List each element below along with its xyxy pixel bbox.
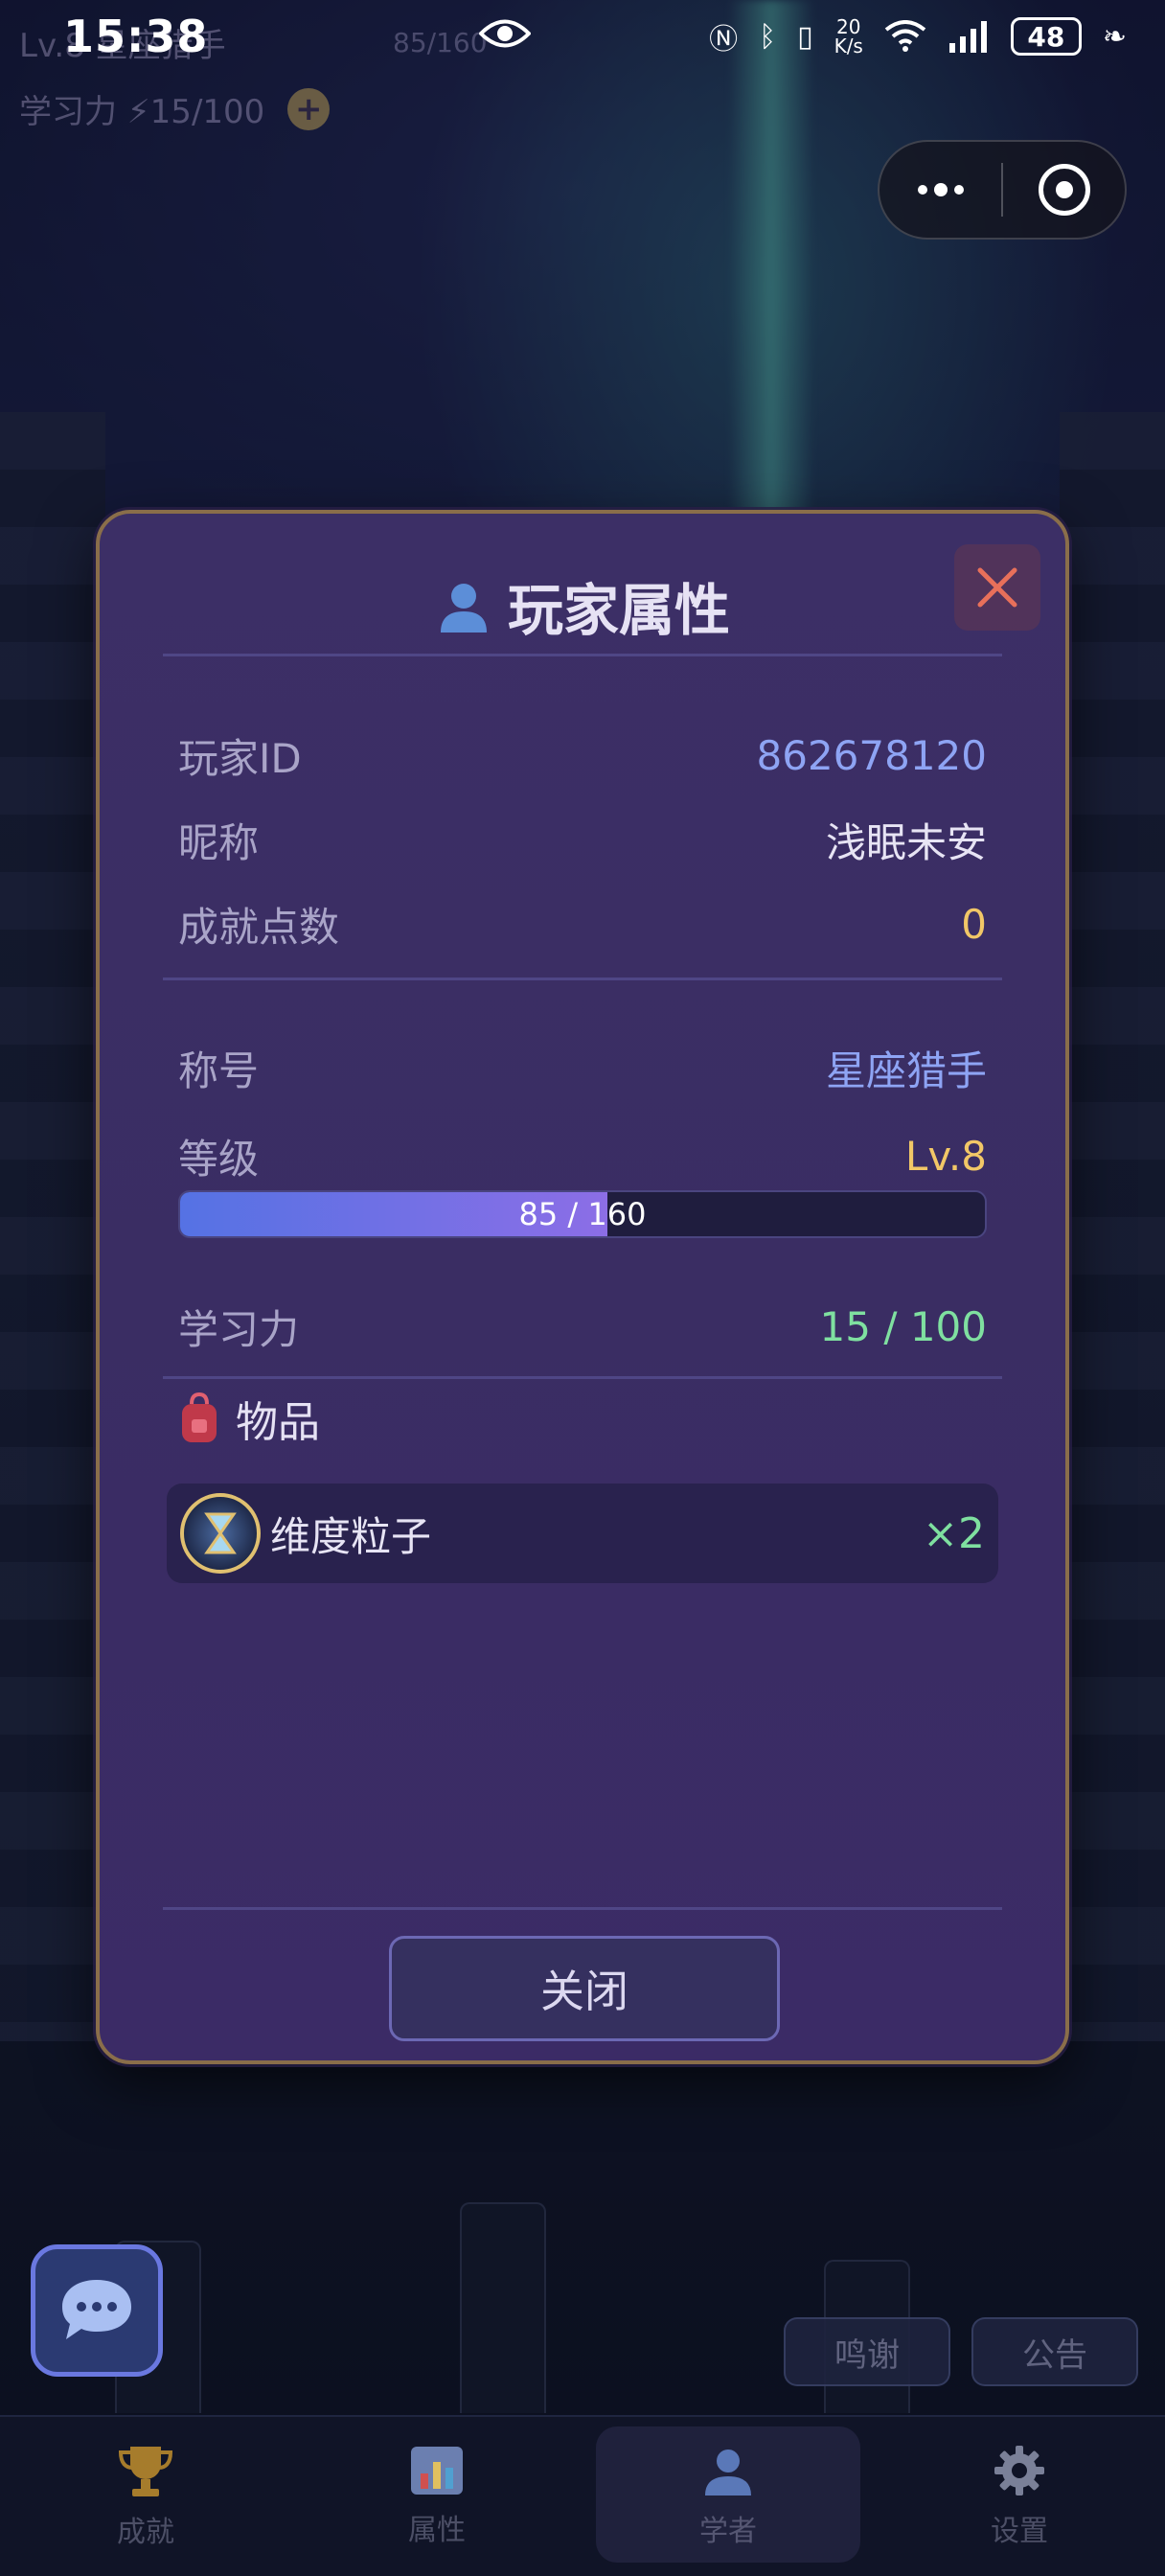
achievement-value: 0	[961, 901, 987, 948]
tab-label: 属性	[408, 2514, 466, 2547]
bottom-tab-bar: 成就 属性 学者 设置	[0, 2415, 1165, 2576]
leaf-icon: ❧	[1102, 19, 1127, 54]
more-button[interactable]	[879, 142, 1001, 238]
hourglass-icon	[180, 1493, 261, 1574]
tab-attributes[interactable]: 属性	[291, 2417, 582, 2576]
xp-progress-text: 85 / 160	[518, 1196, 647, 1232]
close-x-button[interactable]	[954, 544, 1040, 631]
study-power-row: 学习力 15 / 100	[178, 1298, 987, 1356]
status-bar: 15:38 Ⓝ ᛒ ▯ 20 K/s 48 ❧	[0, 0, 1165, 73]
system-icons: Ⓝ ᛒ ▯ 20 K/s 48 ❧	[709, 15, 1127, 58]
achievement-row: 成就点数 0	[178, 895, 987, 954]
tab-label: 学者	[699, 2515, 757, 2548]
study-power-value: 15 / 100	[819, 1303, 987, 1350]
item-count: ×2	[923, 1508, 985, 1558]
close-button[interactable]: 关闭	[389, 1936, 780, 2041]
player-id-value: 862678120	[756, 732, 988, 779]
tab-settings[interactable]: 设置	[874, 2417, 1165, 2576]
target-icon	[1038, 164, 1090, 216]
items-heading: 物品	[176, 1388, 320, 1449]
network-speed: 20 K/s	[834, 17, 863, 56]
item-name: 维度粒子	[270, 1512, 432, 1560]
player-id-label: 玩家ID	[178, 735, 302, 782]
trophy-icon	[118, 2447, 173, 2496]
title-value: 星座猎手	[825, 1047, 987, 1094]
items-heading-label: 物品	[236, 1398, 320, 1447]
tab-label: 设置	[991, 2515, 1048, 2548]
signal-icon	[948, 21, 987, 53]
player-id-row: 玩家ID 862678120	[178, 726, 987, 785]
xp-progress-bar: 85 / 160	[178, 1190, 987, 1238]
modal-header: 玩家属性	[100, 565, 1065, 646]
divider	[163, 1376, 1002, 1379]
level-value: Lv.8	[904, 1133, 987, 1180]
person-icon	[705, 2450, 751, 2496]
bluetooth-icon: ᛒ	[759, 19, 777, 54]
tab-achievements[interactable]: 成就	[0, 2417, 291, 2576]
battery-indicator: 48	[1010, 17, 1082, 56]
nickname-row: 昵称 浅眠未安	[178, 811, 987, 869]
tab-label: 成就	[117, 2516, 174, 2549]
title-row: 称号 星座猎手	[178, 1039, 987, 1097]
level-label: 等级	[178, 1136, 260, 1183]
modal-title: 玩家属性	[507, 578, 730, 643]
hud-study-power: 学习力 ⚡15/100	[19, 93, 265, 131]
bar-chart-icon	[411, 2447, 463, 2495]
hud-plus-button[interactable]: +	[287, 87, 331, 130]
net-speed-unit: K/s	[834, 34, 863, 58]
status-time: 15:38	[63, 11, 209, 62]
exit-button[interactable]	[1003, 142, 1125, 238]
vibrate-icon: ▯	[797, 19, 813, 54]
title-label: 称号	[178, 1047, 260, 1094]
more-dots-icon	[917, 183, 964, 196]
divider	[163, 654, 1002, 656]
eye-icon	[479, 19, 531, 48]
tab-scholar[interactable]: 学者	[582, 2417, 874, 2576]
nickname-value: 浅眠未安	[825, 819, 987, 866]
chat-bubble-icon	[62, 2280, 131, 2339]
level-row: 等级 Lv.8	[178, 1127, 987, 1185]
notice-button[interactable]: 公告	[971, 2317, 1138, 2386]
divider	[163, 978, 1002, 980]
nickname-label: 昵称	[178, 819, 260, 866]
divider	[163, 1907, 1002, 1910]
list-item[interactable]: 维度粒子 ×2	[167, 1484, 998, 1583]
mini-program-capsule	[878, 140, 1127, 240]
chat-button[interactable]	[31, 2244, 163, 2377]
player-attributes-modal: 玩家属性 玩家ID 862678120 昵称 浅眠未安 成就点数 0 称号 星座…	[96, 510, 1069, 2064]
close-icon	[977, 567, 1017, 608]
thanks-button[interactable]: 鸣谢	[784, 2317, 950, 2386]
achievement-label: 成就点数	[178, 904, 340, 951]
person-icon	[440, 584, 487, 632]
nfc-icon: Ⓝ	[709, 23, 739, 57]
wifi-icon	[884, 20, 926, 52]
study-power-label: 学习力	[178, 1306, 300, 1353]
gear-icon	[994, 2446, 1044, 2496]
backpack-icon	[182, 1392, 217, 1442]
